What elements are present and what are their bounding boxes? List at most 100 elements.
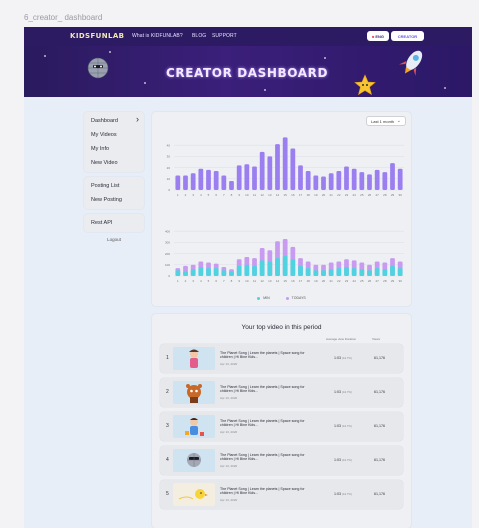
bar: [359, 172, 365, 190]
video-title[interactable]: The Planet Song | Learn the planets | Sp…: [220, 385, 315, 394]
x-tick-label: 21: [329, 279, 333, 283]
sidebar-item-my-videos[interactable]: My Videos: [84, 128, 144, 142]
column-header-views: Views: [372, 337, 380, 341]
bar-min: [367, 270, 372, 276]
bar-min: [244, 264, 250, 276]
video-title[interactable]: The Planet Song | Learn the planets | Sp…: [220, 453, 315, 462]
creator-button[interactable]: CREATOR: [391, 31, 424, 41]
x-tick-label: 23: [345, 279, 349, 283]
thumbnail-illustration: [173, 381, 215, 404]
video-views: 61,176: [374, 390, 385, 394]
star-character-icon: [354, 74, 376, 96]
x-tick-label: 10: [245, 279, 249, 283]
video-thumbnail[interactable]: [173, 347, 215, 370]
video-date: Apr 13, 2020: [220, 430, 238, 434]
star-icon: [109, 51, 111, 53]
x-tick-label: 4: [200, 193, 202, 197]
bar: [390, 163, 395, 190]
sidebar-item-dashboard[interactable]: Dashboard: [84, 114, 144, 128]
x-tick-label: 18: [306, 279, 310, 283]
x-tick-label: 28: [383, 193, 387, 197]
nav-link-support[interactable]: SUPPORT: [212, 33, 237, 39]
bar: [374, 169, 380, 190]
bar: [198, 168, 204, 190]
x-tick-label: 4: [200, 279, 202, 283]
x-tick-label: 25: [360, 193, 364, 197]
x-tick-label: 8: [231, 279, 233, 283]
video-rank: 4: [166, 457, 169, 463]
bar: [275, 144, 280, 190]
bar: [236, 165, 242, 190]
y-tick-label: 20: [167, 166, 171, 170]
bar-min: [359, 269, 365, 276]
sidebar-item-posting-list[interactable]: Posting List: [84, 179, 144, 193]
bar: [244, 164, 250, 190]
video-row[interactable]: 4 The Planet Song | Learn the planets | S…: [160, 446, 403, 475]
bar-min: [183, 271, 188, 276]
video-date: Apr 13, 2020: [220, 464, 238, 468]
x-tick-label: 24: [352, 193, 356, 197]
thumbnail-illustration: [173, 347, 215, 370]
bar: [298, 165, 303, 190]
bar-min: [321, 270, 326, 276]
y-tick-label: 200: [165, 252, 170, 256]
period-select[interactable]: Last 1 month ⌄: [366, 116, 406, 126]
video-thumbnail[interactable]: [173, 483, 215, 506]
bar-min: [390, 265, 395, 276]
video-thumbnail[interactable]: [173, 415, 215, 438]
video-date: Apr 13, 2020: [220, 362, 238, 366]
bar: [367, 174, 372, 190]
language-button[interactable]: ■ ENG: [367, 31, 389, 41]
x-tick-label: 6: [215, 279, 217, 283]
star-icon: [444, 87, 446, 89]
x-tick-label: 7: [223, 193, 225, 197]
bar: [183, 175, 188, 190]
x-tick-label: 27: [375, 193, 379, 197]
x-tick-label: 9: [238, 279, 240, 283]
x-tick-label: 2: [185, 279, 187, 283]
bar: [213, 170, 219, 190]
video-row[interactable]: 2 The Planet Song | Learn the planets | S…: [160, 378, 403, 407]
x-tick-label: 2: [185, 193, 187, 197]
sidebar-item-rest-api[interactable]: Rest API: [84, 216, 144, 230]
y-tick-label: 0: [168, 274, 170, 278]
sidebar-item-new-posting[interactable]: New Posting: [84, 193, 144, 207]
video-title[interactable]: The Planet Song | Learn the planets | Sp…: [220, 419, 315, 428]
bar: [336, 170, 342, 190]
x-tick-label: 7: [223, 279, 225, 283]
logout-link[interactable]: Logout: [84, 237, 144, 242]
video-title[interactable]: The Planet Song | Learn the planets | Sp…: [220, 351, 315, 360]
nav-link-blog[interactable]: BLOG: [192, 33, 206, 39]
sidebar-group-posting: Posting List New Posting: [84, 177, 144, 209]
star-icon: [144, 82, 146, 84]
x-tick-label: 24: [352, 279, 356, 283]
site-logo[interactable]: KIDSFUNLAB: [70, 32, 124, 40]
bar-min: [290, 259, 296, 276]
x-tick-label: 1: [177, 279, 179, 283]
nav-link-about[interactable]: What is KIDFUNLAB?: [132, 33, 183, 39]
bar: [351, 168, 357, 190]
y-tick-label: 100: [165, 263, 170, 267]
video-row[interactable]: 5 The Planet Song | Learn the planets | S…: [160, 480, 403, 509]
bar-min: [351, 268, 357, 276]
video-thumbnail[interactable]: [173, 381, 215, 404]
video-thumbnail[interactable]: [173, 449, 215, 472]
x-tick-label: 17: [299, 193, 303, 197]
video-row[interactable]: 3 The Planet Song | Learn the planets | S…: [160, 412, 403, 441]
bar: [382, 172, 388, 190]
video-title[interactable]: The Planet Song | Learn the planets | Sp…: [220, 487, 315, 496]
video-rank: 3: [166, 423, 169, 429]
bar: [267, 156, 273, 190]
sidebar-item-my-info[interactable]: My Info: [84, 142, 144, 156]
bar-min: [206, 268, 211, 276]
video-views: 61,176: [374, 492, 385, 496]
column-header-avg-duration: Average view Duration: [326, 337, 357, 341]
period-select-value: Last 1 month: [371, 118, 395, 124]
bar-min: [175, 270, 181, 276]
sidebar-item-new-video[interactable]: New Video: [84, 156, 144, 170]
bar: [344, 166, 349, 190]
x-tick-label: 15: [283, 193, 287, 197]
star-icon: [264, 89, 266, 91]
x-tick-label: 5: [208, 279, 210, 283]
video-row[interactable]: 1 The Planet Song | Learn the planets | S…: [160, 344, 403, 373]
